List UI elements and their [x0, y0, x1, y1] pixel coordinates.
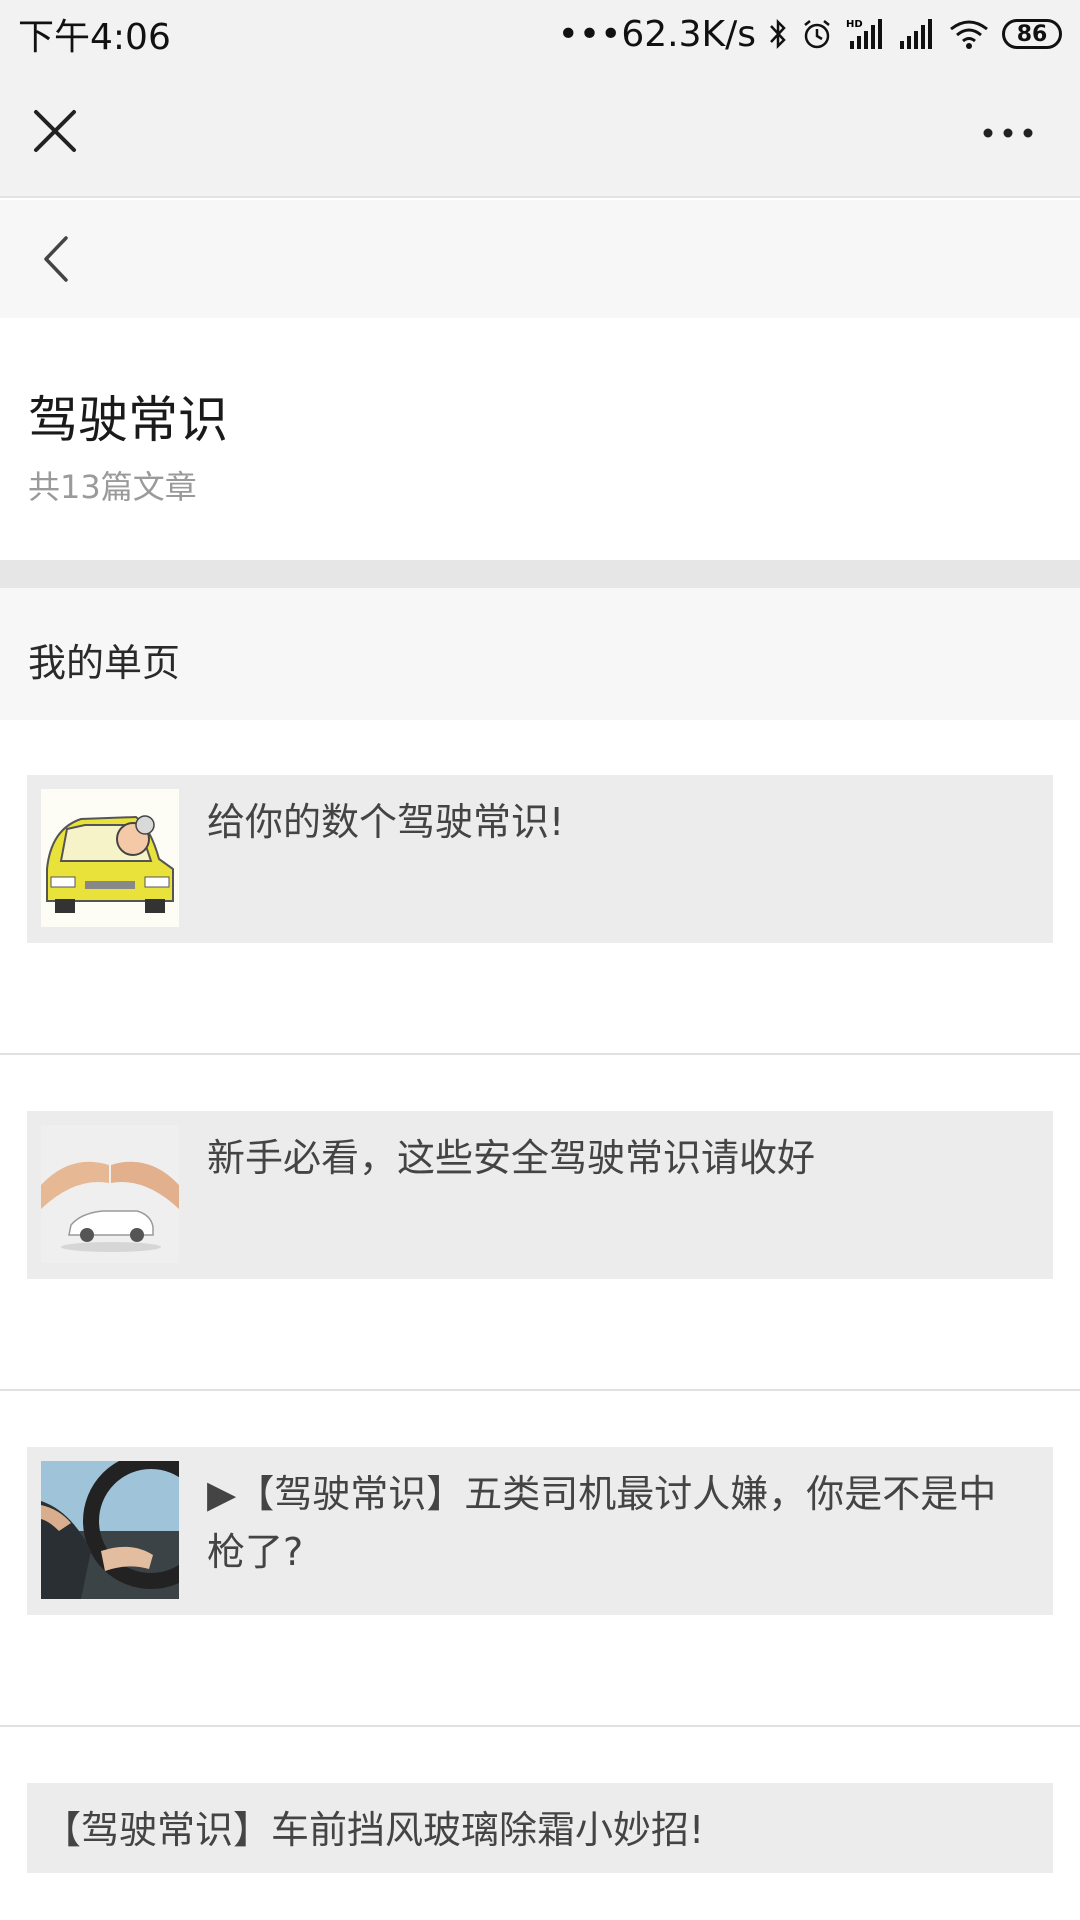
- more-icon: [983, 128, 1033, 138]
- more-button[interactable]: [978, 118, 1038, 148]
- article-title: 新手必看，这些安全驾驶常识请收好: [207, 1136, 816, 1180]
- cartoon-car-thumbnail: [41, 789, 179, 927]
- collection-header: 驾驶常识 共13篇文章: [0, 318, 1080, 560]
- status-time: 下午4:06: [18, 17, 171, 58]
- title-bar: [0, 68, 1080, 198]
- article-card[interactable]: 给你的数个驾驶常识!: [27, 775, 1053, 943]
- steering-wheel-thumbnail: [41, 1461, 179, 1599]
- section-header: 我的单页: [0, 588, 1080, 720]
- article-card[interactable]: 【驾驶常识】车前挡风玻璃除霜小妙招!: [27, 1783, 1053, 1873]
- section-label: 我的单页: [28, 641, 181, 685]
- status-icons: •••62.3K/s HD 86: [558, 14, 1062, 55]
- hands-over-car-thumbnail: [41, 1125, 179, 1263]
- divider: [0, 1389, 1080, 1391]
- network-speed: •••62.3K/s: [557, 13, 756, 55]
- chevron-left-icon: [44, 236, 68, 282]
- divider: [0, 1725, 1080, 1727]
- svg-text:HD: HD: [846, 19, 863, 30]
- article-card[interactable]: ▶【驾驶常识】五类司机最讨人嫌，你是不是中枪了?: [27, 1447, 1053, 1615]
- page-title: 驾驶常识: [28, 391, 228, 449]
- article-title: 给你的数个驾驶常识!: [207, 800, 565, 844]
- article-card[interactable]: 新手必看，这些安全驾驶常识请收好: [27, 1111, 1053, 1279]
- section-gap: [0, 560, 1080, 588]
- close-button[interactable]: [30, 106, 80, 156]
- alarm-icon: [800, 17, 834, 51]
- wifi-icon: [948, 17, 990, 51]
- sub-nav: [0, 200, 1080, 318]
- status-bar: 下午4:06 •••62.3K/s HD 86: [0, 0, 1080, 68]
- article-title: ▶【驾驶常识】五类司机最讨人嫌，你是不是中枪了?: [207, 1472, 997, 1574]
- battery-icon: 86: [1002, 19, 1062, 49]
- close-icon: [34, 110, 76, 152]
- article-title: 【驾驶常识】车前挡风玻璃除霜小妙招!: [43, 1808, 705, 1852]
- article-count: 共13篇文章: [28, 468, 197, 506]
- hd-signal-icon: HD: [846, 17, 886, 51]
- bluetooth-icon: [768, 17, 788, 51]
- divider: [0, 1053, 1080, 1055]
- page: 下午4:06 •••62.3K/s HD 86 驾驶常识 共13篇文章 我的单页…: [0, 0, 1080, 1920]
- signal-icon: [898, 17, 936, 51]
- back-button[interactable]: [36, 234, 76, 284]
